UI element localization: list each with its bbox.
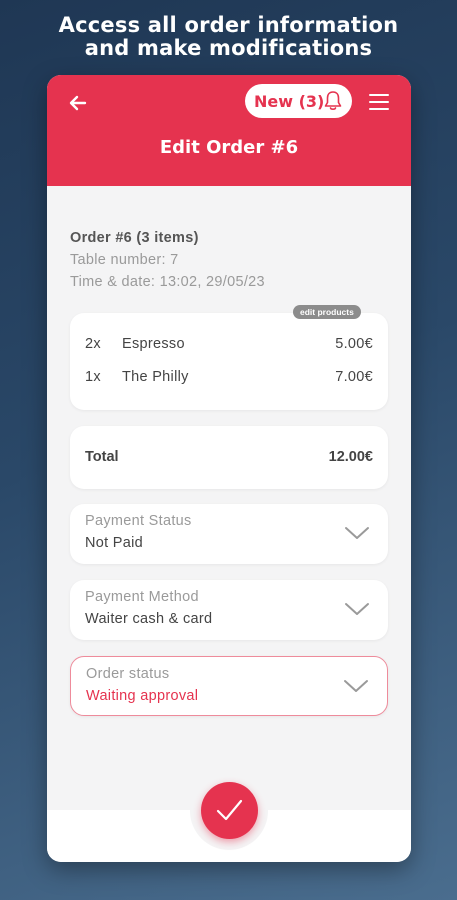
promo-line-2: and make modifications — [84, 36, 373, 60]
back-button[interactable] — [67, 93, 91, 113]
hamburger-menu-icon[interactable] — [369, 94, 389, 112]
payment-status-label: Payment Status — [85, 513, 192, 529]
payment-status-select[interactable]: Payment Status Not Paid — [70, 504, 388, 564]
chevron-down-icon — [344, 680, 368, 692]
chevron-down-icon — [345, 527, 369, 539]
item-qty: 1x — [85, 369, 101, 385]
chevron-down-icon — [345, 603, 369, 615]
table-number: Table number: 7 — [70, 252, 179, 268]
new-orders-label: New (3) — [254, 91, 325, 111]
checkmark-icon — [216, 799, 243, 821]
list-item: 1x The Philly 7.00€ — [85, 369, 373, 389]
phone-screen: New (3) Edit Order #6 Order #6 (3 items)… — [47, 75, 411, 862]
order-summary: Order #6 (3 items) — [70, 230, 199, 246]
page-title: Edit Order #6 — [159, 137, 299, 158]
item-name: The Philly — [122, 369, 189, 385]
payment-method-label: Payment Method — [85, 589, 199, 605]
list-item: 2x Espresso 5.00€ — [85, 336, 373, 356]
arrow-left-icon — [69, 95, 87, 111]
item-qty: 2x — [85, 336, 101, 352]
order-status-select[interactable]: Order status Waiting approval — [70, 656, 388, 716]
new-orders-button[interactable]: New (3) — [245, 84, 352, 118]
item-price: 5.00€ — [335, 336, 373, 352]
promo-heading: Access all order information and make mo… — [0, 14, 457, 60]
confirm-button[interactable] — [201, 782, 258, 839]
total-label: Total — [85, 449, 119, 465]
item-price: 7.00€ — [335, 369, 373, 385]
payment-method-value: Waiter cash & card — [85, 611, 213, 627]
order-info: Order #6 (3 items) Table number: 7 Time … — [70, 227, 265, 293]
order-status-label: Order status — [86, 666, 170, 682]
item-name: Espresso — [122, 336, 185, 352]
total-card: Total 12.00€ — [70, 426, 388, 489]
products-card: 2x Espresso 5.00€ 1x The Philly 7.00€ — [70, 313, 388, 410]
total-value: 12.00€ — [328, 449, 373, 465]
promo-line-1: Access all order information — [58, 13, 399, 37]
bell-icon — [324, 91, 342, 110]
order-status-value: Waiting approval — [86, 688, 199, 704]
payment-method-select[interactable]: Payment Method Waiter cash & card — [70, 580, 388, 640]
edit-products-button[interactable]: edit products — [293, 305, 361, 319]
app-header: New (3) Edit Order #6 — [47, 75, 411, 186]
order-time: Time & date: 13:02, 29/05/23 — [70, 274, 265, 290]
payment-status-value: Not Paid — [85, 535, 144, 551]
